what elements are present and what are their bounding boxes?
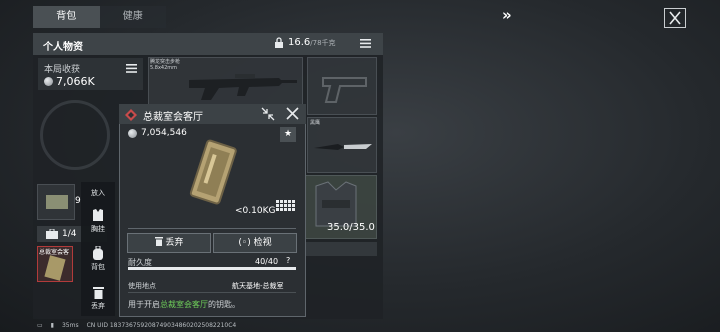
knife-icon xyxy=(314,144,372,150)
ammo-box-icon xyxy=(46,195,68,209)
action-discard-label: 丢弃 xyxy=(91,302,105,310)
item-weight: <0.10KG xyxy=(235,206,276,216)
usage-suffix: 的钥匙。 xyxy=(208,300,240,309)
divider xyxy=(128,228,296,229)
earnings-label: 本局收获 xyxy=(44,65,81,75)
item-price: 7,054,546 xyxy=(141,128,187,138)
item-count: 9 xyxy=(75,196,81,206)
status-bar: ▭ ▮ 35ms CN UID 183736759208749034860202… xyxy=(37,322,236,329)
close-button[interactable] xyxy=(664,8,686,28)
signal-icon: ▮ xyxy=(50,322,54,329)
action-backpack[interactable]: 背包 xyxy=(81,246,115,272)
usage-description: 用于开启总裁室会客厅的钥匙。 xyxy=(128,299,240,310)
action-put-in-label: 放入 xyxy=(91,189,105,197)
melee-name: 黑鹰 xyxy=(310,120,321,126)
discard-button[interactable]: 丢弃 xyxy=(127,233,211,253)
weight-readout: 16.6/78千克 xyxy=(288,37,336,48)
panel-title: 个人物资 xyxy=(43,42,83,53)
action-chest-rig-label: 胸挂 xyxy=(91,225,105,233)
close-icon[interactable] xyxy=(285,106,300,121)
background-emblem xyxy=(40,100,110,170)
earnings-value-row: 7,066K xyxy=(44,75,95,88)
weight-max: /78千克 xyxy=(310,39,336,47)
action-discard[interactable]: 丢弃 xyxy=(81,286,115,311)
location-value: 航天基地-总裁室 xyxy=(232,282,284,290)
durability-bar-fill xyxy=(128,267,296,270)
expand-arrows-icon[interactable]: » xyxy=(502,6,512,24)
inspect-button[interactable]: (◦) 检视 xyxy=(213,233,297,253)
weight-value: 16.6 xyxy=(288,37,311,48)
trash-icon xyxy=(154,237,163,246)
star-icon: ★ xyxy=(283,129,293,139)
durability-value: 40/40 xyxy=(255,257,279,266)
battery-icon: ▭ xyxy=(37,322,43,329)
coin-icon xyxy=(128,128,137,138)
backpack-icon xyxy=(93,246,103,260)
item-price-row: 7,054,546 xyxy=(128,128,187,138)
divider xyxy=(128,292,296,293)
trash-icon xyxy=(92,287,104,299)
tab-backpack[interactable]: 背包 xyxy=(33,6,100,28)
usage-prefix: 用于开启 xyxy=(128,300,160,309)
item-slot[interactable] xyxy=(37,184,75,220)
coin-icon xyxy=(44,77,53,86)
grid-size-icon xyxy=(276,200,295,211)
armor-durability: 35.0/35.0 xyxy=(327,222,375,233)
inspect-label: 检视 xyxy=(253,238,272,248)
secondary-weapon-slot[interactable] xyxy=(307,57,377,115)
action-backpack-label: 背包 xyxy=(91,263,105,271)
help-icon[interactable]: ? xyxy=(286,256,290,265)
close-icon xyxy=(669,11,681,25)
armor-bar xyxy=(305,242,377,256)
chest-rig-icon xyxy=(93,209,103,221)
collapse-icon[interactable] xyxy=(261,107,275,121)
top-tabs: 背包 健康 xyxy=(33,6,166,28)
inspect-icon: (◦) xyxy=(238,238,251,248)
action-put-in[interactable]: 放入 xyxy=(81,188,115,198)
rarity-diamond-icon xyxy=(125,109,137,121)
case-icon xyxy=(46,229,58,239)
ping-value: 35ms xyxy=(61,322,79,329)
list-menu-icon[interactable] xyxy=(360,39,371,48)
context-action-menu: 放入 胸挂 背包 丢弃 xyxy=(81,182,115,316)
pistol-icon xyxy=(322,77,367,103)
pouch-capacity: 1/4 xyxy=(62,229,77,239)
keycard-icon xyxy=(189,139,237,205)
weapon-ammo: 5.8x42mm xyxy=(150,65,178,71)
location-label: 使用地点 xyxy=(128,282,156,290)
popup-title: 总裁室会客厅 xyxy=(143,112,203,123)
weapon-name: 腾龙突击步枪 5.8x42mm xyxy=(150,59,180,71)
list-menu-icon[interactable] xyxy=(126,64,137,73)
usage-highlight: 总裁室会客厅 xyxy=(160,300,208,309)
action-chest-rig[interactable]: 胸挂 xyxy=(81,208,115,234)
uid-text: CN UID 1837367592087490348602025082210C4 xyxy=(86,322,237,329)
earnings-value: 7,066K xyxy=(56,75,95,88)
discard-label: 丢弃 xyxy=(165,238,184,248)
tab-health[interactable]: 健康 xyxy=(99,6,166,28)
keycard-slot-label: 总裁室会客 xyxy=(39,249,70,256)
favorite-button[interactable]: ★ xyxy=(280,127,296,142)
lock-icon xyxy=(275,37,283,48)
